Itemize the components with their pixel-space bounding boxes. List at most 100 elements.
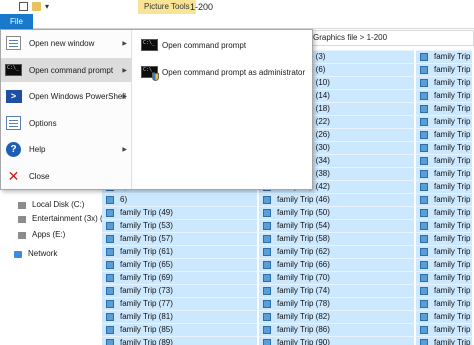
file-item[interactable]: family Trip (77) <box>102 297 259 310</box>
file-item[interactable]: family Trip (5 <box>416 206 474 219</box>
nav-item-entertainment[interactable]: Entertainment (3x) ( <box>18 213 103 225</box>
menu-item-open-command-prompt[interactable]: C:\_ Open command prompt ▶ <box>1 58 132 82</box>
nav-item-network[interactable]: Network <box>14 248 57 260</box>
file-item[interactable]: family Trip (2 <box>416 128 474 141</box>
file-item[interactable]: family Trip (78) <box>259 297 416 310</box>
submenu-arrow-icon: ▶ <box>122 93 127 100</box>
new-folder-icon[interactable] <box>32 2 41 11</box>
file-item[interactable]: family Trip (85) <box>102 323 259 336</box>
properties-icon[interactable] <box>19 2 28 11</box>
file-item[interactable]: family Trip (9 <box>416 336 474 345</box>
file-item[interactable]: family Trip (53) <box>102 219 259 232</box>
image-file-icon <box>420 235 428 243</box>
submenu-item-open-command-prompt-admin[interactable]: C:\_ Open command prompt as administrato… <box>136 59 308 87</box>
image-file-icon <box>106 339 114 345</box>
file-item[interactable]: family Trip (62) <box>259 245 416 258</box>
file-item[interactable]: family Trip (90) <box>259 336 416 345</box>
file-item[interactable]: family Trip (3 <box>416 154 474 167</box>
file-item[interactable]: family Trip (58) <box>259 232 416 245</box>
image-file-icon <box>420 261 428 269</box>
file-item[interactable]: family Trip (1 <box>416 76 474 89</box>
file-item[interactable]: family Trip (6 <box>416 258 474 271</box>
file-item[interactable]: family Trip (7 <box>416 63 474 76</box>
file-item[interactable]: family Trip (46) <box>259 193 416 206</box>
nav-item-apps[interactable]: Apps (E:) <box>18 229 65 241</box>
file-item[interactable]: family Trip (50) <box>259 206 416 219</box>
nav-item-local-disk[interactable]: Local Disk (C:) <box>18 199 84 211</box>
file-name: family Trip (57) <box>120 234 173 243</box>
image-file-icon <box>263 248 271 256</box>
file-item[interactable]: family Trip (74) <box>259 284 416 297</box>
menu-item-label: Open Windows PowerShell <box>29 91 126 101</box>
submenu-arrow-icon: ▶ <box>122 146 127 153</box>
file-item[interactable]: family Trip (7 <box>416 284 474 297</box>
image-file-icon <box>106 235 114 243</box>
file-item[interactable]: family Trip (5 <box>416 219 474 232</box>
file-item[interactable]: family Trip (81) <box>102 310 259 323</box>
menu-item-open-powershell[interactable]: > Open Windows PowerShell ▶ <box>1 85 132 107</box>
file-item[interactable]: family Trip (49) <box>102 206 259 219</box>
file-item[interactable]: family Trip (6 <box>416 245 474 258</box>
file-item[interactable]: family Trip (3 <box>416 141 474 154</box>
image-file-icon <box>106 222 114 230</box>
menu-item-close[interactable]: ✕ Close <box>1 165 132 187</box>
title-bar: ▾ Picture Tools 1-200 <box>0 0 474 14</box>
file-name: family Trip (3 <box>434 143 472 152</box>
file-item[interactable]: family Trip (89) <box>102 336 259 345</box>
image-file-icon <box>420 118 428 126</box>
file-item[interactable]: family Trip (3 <box>416 167 474 180</box>
file-item[interactable]: family Trip (1 <box>416 102 474 115</box>
image-file-icon <box>106 274 114 282</box>
picture-tools-tab[interactable]: Picture Tools <box>138 0 196 14</box>
file-name: family Trip (5 <box>434 208 472 217</box>
file-item[interactable]: family Trip (1 <box>416 89 474 102</box>
file-item[interactable]: family Trip (73) <box>102 284 259 297</box>
menu-item-options[interactable]: Options <box>1 112 132 134</box>
image-file-icon <box>106 313 114 321</box>
file-name: family Trip (4 <box>434 195 472 204</box>
file-name: family Trip (1 <box>434 78 472 87</box>
file-name: family Trip (89) <box>120 338 173 345</box>
menu-item-label: Open command prompt <box>29 65 114 75</box>
file-item[interactable]: family Trip (4 <box>416 193 474 206</box>
file-item[interactable]: family Trip (65) <box>102 258 259 271</box>
file-name: family Trip (81) <box>120 312 173 321</box>
file-item[interactable]: family Trip (4 <box>416 180 474 193</box>
file-name: family Trip (1 <box>434 104 472 113</box>
file-item[interactable]: family Trip (2 <box>416 115 474 128</box>
file-name: family Trip (9 <box>434 338 472 345</box>
file-item[interactable]: family Trip (82) <box>259 310 416 323</box>
menu-item-open-new-window[interactable]: Open new window ▶ <box>1 32 132 54</box>
file-item[interactable]: family Trip (57) <box>102 232 259 245</box>
file-item[interactable]: family Trip (70) <box>259 271 416 284</box>
command-prompt-icon: C:\_ <box>141 39 158 51</box>
file-item[interactable]: family Trip (86) <box>259 323 416 336</box>
file-item[interactable]: family Trip (7 <box>416 297 474 310</box>
file-item[interactable]: family Trip (66) <box>259 258 416 271</box>
file-item[interactable]: family Trip (5 <box>416 232 474 245</box>
file-item[interactable]: family Trip (61) <box>102 245 259 258</box>
file-item[interactable]: family Trip (54) <box>259 219 416 232</box>
file-item[interactable]: family Trip (8 <box>416 310 474 323</box>
image-file-icon <box>420 287 428 295</box>
image-file-icon <box>263 326 271 334</box>
file-name: family Trip (70) <box>277 273 330 282</box>
file-item[interactable]: 6) <box>102 193 259 206</box>
file-item[interactable]: family Trip (7 <box>416 271 474 284</box>
file-item[interactable]: family Trip (3 <box>416 50 474 63</box>
file-name: family Trip (2 <box>434 117 472 126</box>
image-file-icon <box>420 248 428 256</box>
image-file-icon <box>420 79 428 87</box>
image-file-icon <box>420 326 428 334</box>
submenu-item-label: Open command prompt as administrator <box>162 68 306 77</box>
image-file-icon <box>106 287 114 295</box>
menu-item-help[interactable]: ? Help ▶ <box>1 138 132 160</box>
file-item[interactable]: family Trip (8 <box>416 323 474 336</box>
quick-access-dropdown-icon[interactable]: ▾ <box>45 3 54 12</box>
file-tab[interactable]: File <box>0 14 33 29</box>
file-item[interactable]: family Trip (69) <box>102 271 259 284</box>
file-name: family Trip (74) <box>277 286 330 295</box>
submenu-item-open-command-prompt[interactable]: C:\_ Open command prompt <box>136 32 308 60</box>
image-file-icon <box>420 300 428 308</box>
new-window-icon <box>5 36 22 51</box>
